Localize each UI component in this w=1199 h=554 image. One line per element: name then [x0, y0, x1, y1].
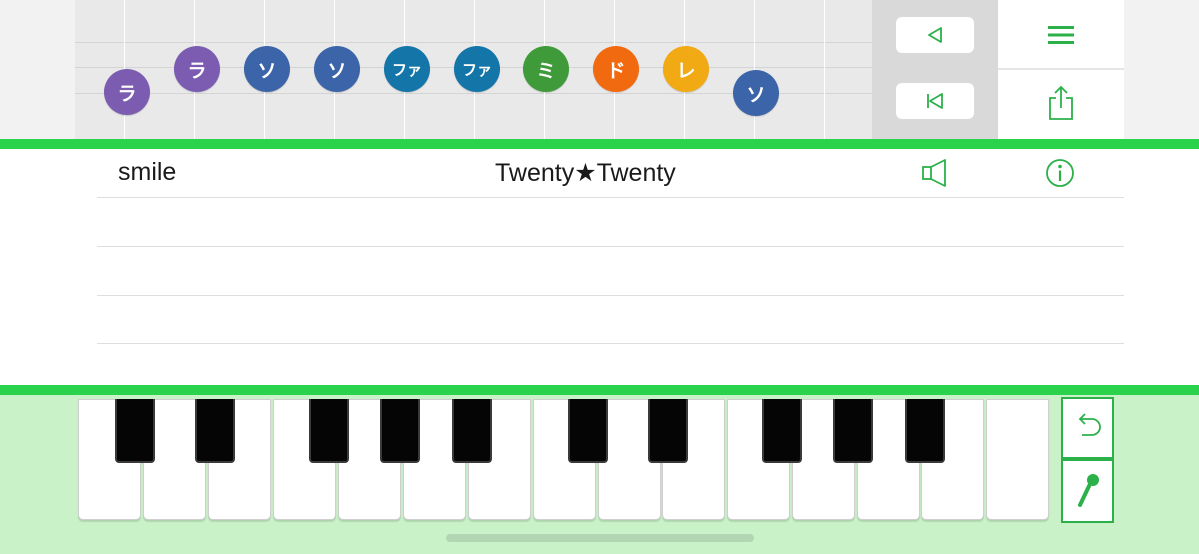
black-key[interactable]	[452, 399, 492, 463]
bottom-accent-bar	[0, 385, 1199, 395]
song-title: Twenty★Twenty	[495, 159, 676, 187]
note-la[interactable]: ラ	[174, 46, 220, 92]
speaker-icon[interactable]	[920, 157, 952, 189]
keyboard-area	[0, 395, 1199, 554]
song-row[interactable]: smile Twenty★Twenty	[0, 149, 1199, 197]
black-key[interactable]	[380, 399, 420, 463]
playback-nav-panel	[872, 0, 998, 139]
undo-icon	[1078, 413, 1101, 436]
staff-area: ラ ラ ソ ソ ファ ファ ミ ド レ ソ	[0, 0, 1199, 139]
note-so[interactable]: ソ	[733, 70, 779, 116]
menu-button[interactable]	[998, 2, 1124, 68]
share-icon	[1049, 85, 1073, 120]
black-key[interactable]	[195, 399, 235, 463]
app-window: ラ ラ ソ ソ ファ ファ ミ ド レ ソ smile Twenty★Twent…	[0, 0, 1199, 554]
home-indicator	[446, 534, 754, 542]
note-re[interactable]: レ	[663, 46, 709, 92]
note-fa[interactable]: ファ	[454, 46, 500, 92]
note-mi[interactable]: ミ	[523, 46, 569, 92]
note-so[interactable]: ソ	[314, 46, 360, 92]
microphone-icon	[1077, 474, 1099, 507]
piano-keyboard	[78, 399, 1050, 521]
row-divider	[97, 295, 1124, 296]
note-so[interactable]: ソ	[244, 46, 290, 92]
note-do[interactable]: ド	[593, 46, 639, 92]
note-fa[interactable]: ファ	[384, 46, 430, 92]
black-key[interactable]	[762, 399, 802, 463]
black-key[interactable]	[115, 399, 155, 463]
black-key[interactable]	[905, 399, 945, 463]
black-key[interactable]	[648, 399, 688, 463]
row-divider	[97, 197, 1124, 198]
microphone-button[interactable]	[1061, 459, 1114, 523]
black-key[interactable]	[568, 399, 608, 463]
song-list: smile Twenty★Twenty	[0, 149, 1199, 385]
note-la[interactable]: ラ	[104, 69, 150, 115]
note-staff[interactable]: ラ ラ ソ ソ ファ ファ ミ ド レ ソ	[75, 0, 872, 139]
undo-button[interactable]	[1061, 397, 1114, 459]
play-back-triangle-icon	[928, 27, 942, 43]
share-button[interactable]	[998, 70, 1124, 136]
song-artist: smile	[118, 158, 177, 186]
top-accent-bar	[0, 139, 1199, 149]
staff-divider	[824, 0, 825, 139]
row-divider	[97, 246, 1124, 247]
rewind-button[interactable]	[896, 83, 974, 119]
black-key[interactable]	[309, 399, 349, 463]
skip-to-start-icon	[927, 93, 943, 109]
back-button[interactable]	[896, 17, 974, 53]
black-key[interactable]	[833, 399, 873, 463]
row-divider	[97, 343, 1124, 344]
hamburger-menu-icon	[1048, 26, 1074, 44]
white-key[interactable]	[986, 399, 1049, 520]
info-icon[interactable]	[1044, 157, 1076, 189]
